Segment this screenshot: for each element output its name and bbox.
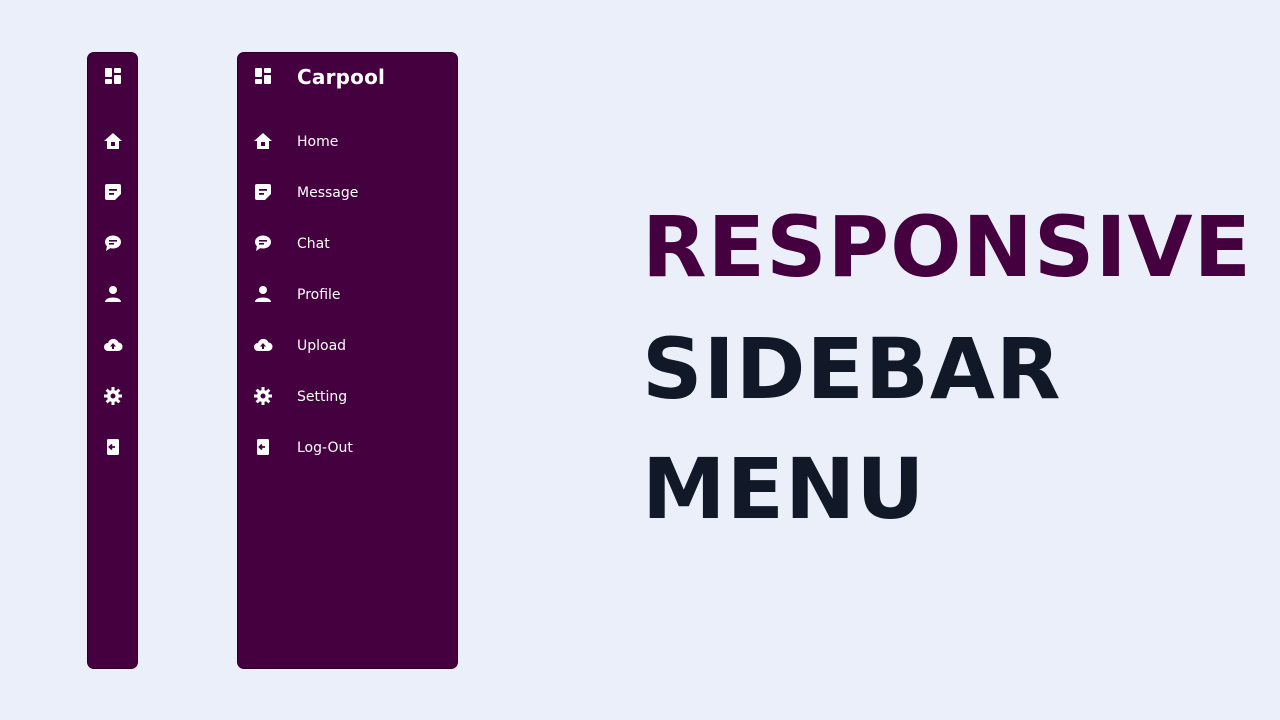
- chat-icon[interactable]: [103, 233, 123, 253]
- grid-icon[interactable]: [103, 66, 123, 86]
- home-icon[interactable]: [103, 131, 123, 151]
- sidebar-item-logout[interactable]: Log-Out: [238, 433, 457, 465]
- cloud-upload-icon: [253, 335, 273, 355]
- headline-line-3: MENU: [642, 440, 926, 538]
- brand-title: Carpool: [297, 65, 386, 89]
- sidebar-item-profile[interactable]: Profile: [238, 280, 457, 312]
- user-icon[interactable]: [103, 284, 123, 304]
- chat-icon: [253, 233, 273, 253]
- sidebar-item-upload[interactable]: Upload: [238, 331, 457, 363]
- sidebar-item-label: Chat: [297, 236, 330, 252]
- sidebar-item-label: Profile: [297, 287, 341, 303]
- user-icon: [253, 284, 273, 304]
- sidebar-item-home[interactable]: Home: [238, 127, 457, 159]
- sidebar-item-label: Setting: [297, 389, 348, 405]
- sidebar-expanded: Carpool Home Message Chat Profile Upload: [237, 52, 458, 669]
- message-icon[interactable]: [103, 182, 123, 202]
- sidebar-item-label: Message: [297, 185, 359, 201]
- gear-icon: [253, 386, 273, 406]
- sidebar-item-setting[interactable]: Setting: [238, 382, 457, 414]
- gear-icon[interactable]: [103, 386, 123, 406]
- cloud-upload-icon[interactable]: [103, 335, 123, 355]
- sidebar-item-label: Upload: [297, 338, 347, 354]
- sidebar-item-label: Log-Out: [297, 440, 353, 456]
- headline-line-2: SIDEBAR: [642, 320, 1062, 418]
- grid-icon[interactable]: [253, 66, 273, 86]
- logout-icon: [253, 437, 273, 457]
- sidebar-item-label: Home: [297, 134, 339, 150]
- home-icon: [253, 131, 273, 151]
- sidebar-item-message[interactable]: Message: [238, 178, 457, 210]
- headline-line-1: RESPONSIVE: [642, 198, 1252, 296]
- message-icon: [253, 182, 273, 202]
- logout-icon[interactable]: [103, 437, 123, 457]
- sidebar-collapsed: [87, 52, 138, 669]
- sidebar-item-chat[interactable]: Chat: [238, 229, 457, 261]
